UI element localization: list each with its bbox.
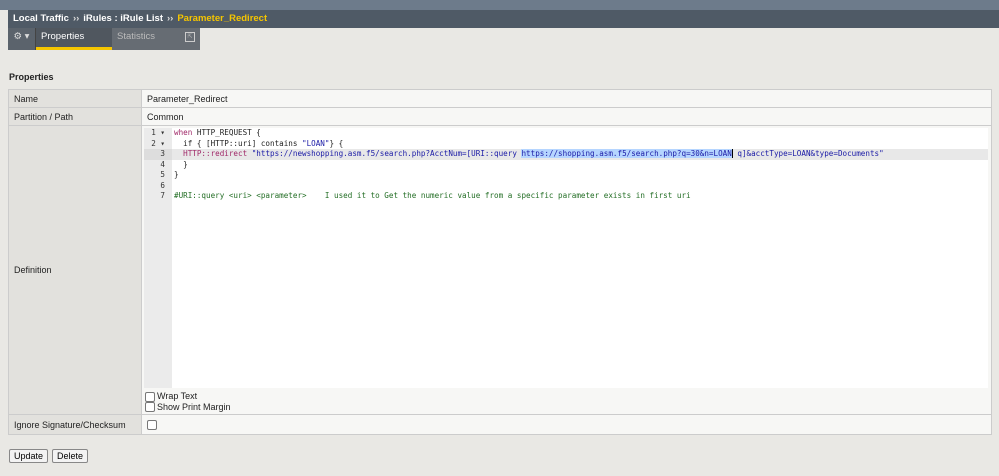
gear-menu-icon[interactable]: ⚙ ▾: [8, 28, 36, 50]
section-title: Properties: [9, 72, 54, 82]
code-text: if { [HTTP::uri] contains: [174, 138, 303, 148]
row-partition: Partition / Path Common: [8, 107, 992, 126]
selected-text: https://shopping.asm.f5/search.php?q=30&…: [521, 149, 732, 158]
code-string: "LOAN": [302, 138, 330, 148]
breadcrumb-separator: ››: [167, 13, 174, 24]
delete-button[interactable]: Delete: [52, 449, 89, 463]
breadcrumb-current: Parameter_Redirect: [177, 13, 268, 24]
ignore-signature-label: Ignore Signature/Checksum: [8, 414, 142, 436]
tab-bar: ⚙ ▾ Properties Statistics ⇱: [8, 28, 200, 50]
breadcrumb: Local Traffic ›› iRules : iRule List ›› Para…: [8, 10, 999, 28]
name-label: Name: [8, 89, 142, 108]
wrap-text-label: Wrap Text: [157, 391, 198, 401]
breadcrumb-irule-list[interactable]: iRules : iRule List: [83, 13, 163, 24]
row-definition: Definition 1 ▾ 2 ▾ 3 4 5 6 7 when HTTP_R…: [8, 124, 992, 416]
code-string: "https://newshopping.asm.f5/search.php?A…: [251, 149, 522, 158]
code-line: HTTP::redirect "https://newshopping.asm.…: [174, 149, 884, 160]
print-margin-option[interactable]: Show Print Margin: [145, 402, 988, 413]
tab-properties[interactable]: Properties: [36, 28, 112, 50]
line-number[interactable]: 2 ▾: [144, 139, 172, 150]
line-number: 6: [160, 180, 165, 190]
code-text: HTTP_REQUEST {: [192, 128, 261, 137]
code-line: when HTTP_REQUEST {: [174, 128, 261, 139]
code-line: }: [174, 170, 179, 179]
code-string: q]&acctType=LOAN&type=Documents": [731, 149, 884, 158]
action-buttons: Update Delete: [9, 449, 89, 463]
popout-icon[interactable]: ⇱: [185, 32, 195, 42]
breadcrumb-separator: ››: [72, 13, 80, 24]
print-margin-checkbox[interactable]: [145, 402, 155, 413]
line-number: 7: [160, 191, 165, 200]
code-line: }: [174, 159, 188, 169]
code-keyword: when: [174, 128, 193, 137]
update-button[interactable]: Update: [9, 449, 49, 463]
ignore-signature-checkbox[interactable]: [147, 420, 157, 431]
partition-label: Partition / Path: [8, 107, 142, 126]
wrap-text-checkbox[interactable]: [145, 391, 155, 402]
tab-statistics[interactable]: Statistics ⇱: [112, 28, 200, 50]
code-comment: #URI::query <uri> <parameter> I used it …: [174, 191, 691, 200]
name-value: Parameter_Redirect: [141, 89, 992, 108]
line-number: 3: [144, 149, 172, 160]
print-margin-label: Show Print Margin: [157, 401, 231, 412]
code-editor[interactable]: 1 ▾ 2 ▾ 3 4 5 6 7 when HTTP_REQUEST { if…: [144, 128, 988, 388]
definition-label: Definition: [8, 124, 142, 416]
row-name: Name Parameter_Redirect: [8, 89, 992, 108]
partition-value: Common: [141, 107, 992, 126]
line-number: 4: [160, 159, 165, 169]
breadcrumb-local-traffic[interactable]: Local Traffic: [13, 13, 69, 24]
line-number: 5: [160, 170, 165, 179]
wrap-text-option[interactable]: Wrap Text: [145, 391, 988, 402]
line-number[interactable]: 1 ▾: [144, 128, 172, 139]
code-line: if { [HTTP::uri] contains "LOAN"} {: [174, 139, 343, 150]
code-keyword: HTTP::redirect: [174, 149, 252, 158]
code-text: } {: [329, 138, 344, 148]
top-banner: [0, 0, 999, 10]
row-ignore-signature: Ignore Signature/Checksum: [8, 414, 992, 436]
tab-statistics-label: Statistics: [117, 31, 156, 42]
properties-table: Name Parameter_Redirect Partition / Path C…: [8, 89, 992, 436]
